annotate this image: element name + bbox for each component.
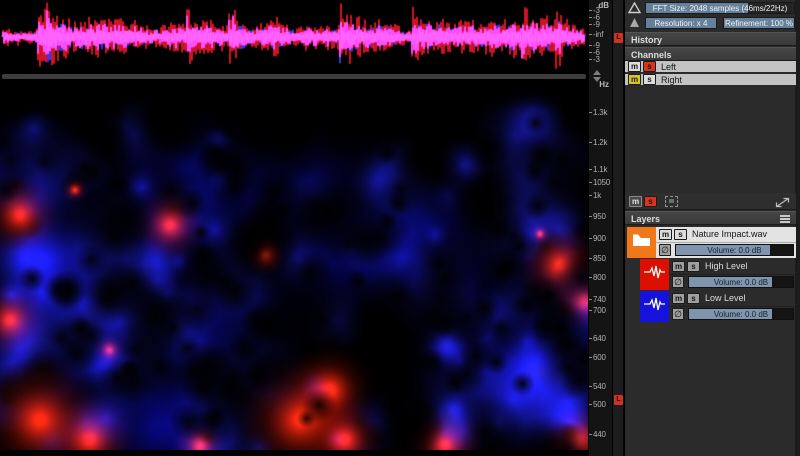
db-tick--9: -9: [589, 20, 600, 29]
channel-name: Left: [661, 62, 677, 72]
audio-editor-window: dB -3 -6 -9 -inf -9 -6 -3 Hz 1.3k 1.2k 1.1k 1050 1…: [0, 0, 800, 456]
hz-axis-label: Hz: [599, 80, 609, 89]
freq-tick-540: 540: [589, 382, 606, 391]
impact-icon: [644, 297, 665, 316]
refinement-slider[interactable]: Refinement: 100 %: [723, 17, 795, 29]
side-panel: FFT Size: 2048 samples (46ms/22Hz) Resol…: [624, 0, 800, 456]
history-panel-header[interactable]: History: [625, 32, 796, 46]
layer-body[interactable]: m s Nature Impact.wav ∅ Volume: 0.0 dB: [656, 227, 796, 258]
channel-mute-button[interactable]: m: [628, 74, 641, 85]
layer-body[interactable]: m s Low Level ∅ Volume: 0.0 dB: [669, 291, 796, 322]
freq-tick-1.1k: 1.1k: [589, 165, 608, 174]
freq-tick-440: 440: [589, 430, 606, 439]
channel-solo-button[interactable]: s: [643, 74, 656, 85]
layer-color-chip[interactable]: [640, 291, 669, 322]
history-title: History: [631, 35, 663, 45]
freq-tick-900: 900: [589, 234, 606, 243]
layer-body[interactable]: m s High Level ∅ Volume: 0.0 dB: [669, 259, 796, 290]
layer-phase-button[interactable]: ∅: [672, 276, 684, 288]
scale-column: dB -3 -6 -9 -inf -9 -6 -3 Hz 1.3k 1.2k 1.1k 1050 1…: [588, 0, 612, 456]
layers-menu-icon[interactable]: [780, 215, 790, 223]
transfer-diagonal-icon[interactable]: [775, 197, 790, 208]
impact-icon: [644, 265, 665, 284]
layer-marker-0[interactable]: L: [614, 33, 623, 43]
layer-mute-button[interactable]: m: [672, 293, 685, 304]
layer-row-high-level[interactable]: m s High Level ∅ Volume: 0.0 dB: [625, 259, 796, 291]
channel-solo-button[interactable]: s: [643, 61, 656, 72]
volume-label: Volume: 0.0 dB: [713, 310, 769, 319]
layers-panel-header[interactable]: Layers: [625, 211, 796, 225]
vertical-scrollbar[interactable]: LL: [612, 0, 624, 456]
freq-tick-640: 640: [589, 334, 606, 343]
layer-volume-slider[interactable]: Volume: 0.0 dB: [675, 244, 794, 256]
freq-tick-500: 500: [589, 400, 606, 409]
resolution-label: Resolution: x 4: [654, 19, 708, 28]
resolution-slider[interactable]: Resolution: x 4: [645, 17, 717, 29]
layer-solo-button[interactable]: s: [687, 293, 700, 304]
layer-phase-button[interactable]: ∅: [672, 308, 684, 320]
waveform-overview[interactable]: [0, 0, 588, 72]
master-solo-button[interactable]: s: [644, 196, 657, 207]
layer-row-group[interactable]: m s Nature Impact.wav ∅ Volume: 0.0 dB: [625, 227, 796, 259]
layers-title: Layers: [631, 214, 661, 224]
scale-spinner-up-icon[interactable]: [593, 70, 601, 75]
freq-tick-950: 950: [589, 212, 606, 221]
channel-row-right[interactable]: m s Right: [625, 74, 796, 86]
layer-color-chip[interactable]: [627, 227, 656, 258]
freq-tick-850: 850: [589, 254, 606, 263]
freq-tick-740: 740: [589, 295, 606, 304]
layer-mute-button[interactable]: m: [659, 229, 672, 240]
layer-row-low-level[interactable]: m s Low Level ∅ Volume: 0.0 dB: [625, 291, 796, 323]
channel-mute-button[interactable]: m: [628, 61, 641, 72]
layer-marker-1[interactable]: L: [614, 395, 623, 405]
layer-solo-button[interactable]: s: [687, 261, 700, 272]
master-mute-button[interactable]: m: [629, 196, 642, 207]
spectrogram-view[interactable]: [0, 84, 588, 450]
freq-tick-800: 800: [589, 273, 606, 282]
master-strip: m s: [625, 193, 796, 210]
volume-label: Volume: 0.0 dB: [713, 278, 769, 287]
layer-mute-button[interactable]: m: [672, 261, 685, 272]
layer-name: High Level: [705, 261, 748, 271]
freq-tick-1050: 1050: [589, 178, 610, 187]
channel-name: Right: [661, 75, 683, 85]
layer-name: Low Level: [705, 293, 746, 303]
layer-color-chip[interactable]: [640, 259, 669, 290]
layer-volume-slider[interactable]: Volume: 0.0 dB: [688, 308, 794, 320]
timeline-scrollbar[interactable]: [2, 74, 586, 79]
freq-tick-1.3k: 1.3k: [589, 108, 608, 117]
peak-outline-icon[interactable]: [628, 2, 641, 14]
channel-row-left[interactable]: m s Left: [625, 61, 796, 73]
channels-title: Channels: [631, 50, 672, 60]
freq-tick-1k: 1k: [589, 191, 601, 200]
folder-icon: [632, 233, 651, 252]
layer-volume-slider[interactable]: Volume: 0.0 dB: [688, 276, 794, 288]
layer-solo-button[interactable]: s: [674, 229, 687, 240]
layer-phase-button[interactable]: ∅: [659, 244, 671, 256]
channels-panel-header[interactable]: Channels: [625, 47, 796, 61]
freq-tick-700: 700: [589, 306, 606, 315]
refinement-label: Refinement: 100 %: [724, 19, 794, 28]
freq-tick-600: 600: [589, 353, 606, 362]
freq-tick-1.2k: 1.2k: [589, 138, 608, 147]
fft-size-slider[interactable]: FFT Size: 2048 samples (46ms/22Hz): [645, 2, 795, 14]
db-tick--inf: -inf: [589, 30, 604, 39]
db-tick--3: -3: [589, 55, 600, 64]
peak-solid-icon[interactable]: [629, 17, 640, 28]
fft-size-label: FFT Size: 2048 samples (46ms/22Hz): [652, 4, 788, 13]
selection-icon[interactable]: [665, 196, 678, 207]
volume-label: Volume: 0.0 dB: [707, 246, 762, 255]
layer-name: Nature Impact.wav: [692, 229, 768, 239]
